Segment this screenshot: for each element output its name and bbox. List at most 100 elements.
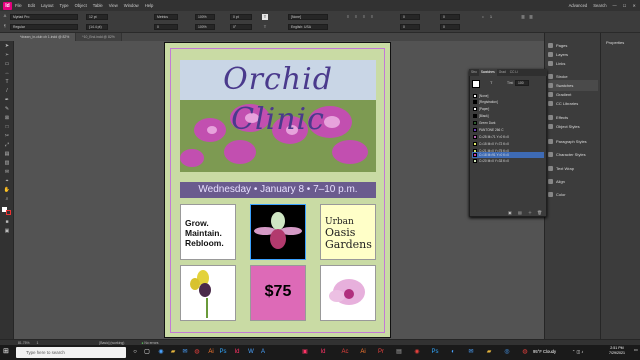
tab-gradient[interactable]: Grad xyxy=(497,69,508,76)
pinned-app-icon[interactable]: ◍ xyxy=(520,347,530,358)
mail-icon[interactable]: ✉ xyxy=(180,347,190,358)
pen-tool-icon[interactable]: ✒ xyxy=(3,97,11,104)
panel-links[interactable]: Links xyxy=(548,58,598,69)
grow-maintain-text[interactable]: Grow. Maintain. Rebloom. xyxy=(185,218,235,248)
new-color-group-icon[interactable]: ▣ xyxy=(508,210,512,215)
space-before-field[interactable]: 0 xyxy=(440,24,460,30)
pinned-app-icon[interactable]: Ps xyxy=(430,347,440,358)
type-tool-icon[interactable]: T xyxy=(3,79,11,86)
pink-orchid-frame[interactable] xyxy=(320,265,376,321)
bullets-icon[interactable]: • xyxy=(480,14,486,20)
panel-color[interactable]: Color xyxy=(548,189,598,200)
eyedropper-tool-icon[interactable]: ⌖ xyxy=(3,178,11,185)
lady-slipper-orchid-frame[interactable] xyxy=(250,204,306,260)
task-view-icon[interactable]: ▢ xyxy=(142,347,152,358)
scissors-tool-icon[interactable]: ✂ xyxy=(3,133,11,140)
indent-field[interactable]: 0 xyxy=(400,14,420,20)
pinned-app-icon[interactable]: ✉ xyxy=(466,347,476,358)
show-all-swatches-icon[interactable]: ▤ xyxy=(518,210,522,215)
pinned-app-icon[interactable]: ▰ xyxy=(484,347,494,358)
taskbar-search[interactable]: Type here to search xyxy=(16,347,126,358)
system-clock[interactable]: 2:51 PM 7/29/2021 xyxy=(600,346,634,356)
tab-document-1[interactable]: *drawn_in-club ch 1.indd @ 82% xyxy=(14,33,77,41)
kerning-field[interactable]: Metrics xyxy=(154,14,178,20)
zoom-tool-icon[interactable]: ⌕ xyxy=(3,196,11,203)
close-icon[interactable]: ✕ xyxy=(632,3,636,8)
paragraph-mode-icon[interactable]: ¶ xyxy=(2,23,8,29)
pencil-tool-icon[interactable]: ✎ xyxy=(3,106,11,113)
align-center-icon[interactable]: ≡ xyxy=(353,14,359,20)
page-tool-icon[interactable]: ▭ xyxy=(3,61,11,68)
word-icon[interactable]: W xyxy=(246,347,256,358)
character-mode-icon[interactable]: A xyxy=(2,13,8,19)
menu-table[interactable]: Table xyxy=(93,3,103,8)
tab-swatches[interactable]: Swatches xyxy=(478,69,497,76)
line-tool-icon[interactable]: / xyxy=(3,88,11,95)
align-right-icon[interactable]: ≡ xyxy=(361,14,367,20)
space-after-field[interactable]: 0 xyxy=(400,24,420,30)
screen-mode-icon[interactable]: ▣ xyxy=(3,228,11,235)
acrobat-icon[interactable]: A xyxy=(258,347,268,358)
stroke-swatch-icon[interactable] xyxy=(6,210,11,215)
pinned-app-icon[interactable]: ◎ xyxy=(502,347,512,358)
horizontal-scale-field[interactable]: 100% xyxy=(195,24,215,30)
rectangle-tool-icon[interactable]: □ xyxy=(3,124,11,131)
delete-swatch-icon[interactable]: 🗑 xyxy=(537,210,542,215)
panel-align[interactable]: Align xyxy=(548,176,598,187)
panel-text-wrap[interactable]: Text Wrap xyxy=(548,163,598,174)
illustrator-icon[interactable]: Ai xyxy=(206,347,216,358)
tab-document-2[interactable]: *10_End.indd @ 82% xyxy=(76,33,122,41)
baseline-shift-field[interactable]: 0 pt xyxy=(230,14,252,20)
properties-panel[interactable]: Properties xyxy=(600,33,640,339)
menu-layout[interactable]: Layout xyxy=(41,3,54,8)
pinned-app-icon[interactable]: Id xyxy=(318,347,328,358)
numbering-icon[interactable]: 1 xyxy=(488,14,494,20)
gradient-tool-icon[interactable]: ▤ xyxy=(3,151,11,158)
pinned-app-icon[interactable]: ◐ xyxy=(448,347,458,358)
file-explorer-icon[interactable]: ▰ xyxy=(168,347,178,358)
search-placeholder[interactable]: Search xyxy=(593,3,606,8)
menu-help[interactable]: Help xyxy=(145,3,154,8)
vertical-scale-field[interactable]: 100% xyxy=(195,14,215,20)
character-style-field[interactable]: [None] xyxy=(288,14,328,20)
panel-paragraph-styles[interactable]: Paragraph Styles xyxy=(548,136,598,147)
apply-color-icon[interactable]: ■ xyxy=(3,219,11,226)
panel-object-styles[interactable]: Object Styles xyxy=(548,121,598,132)
swatch-item[interactable]: [Black] xyxy=(472,113,544,119)
notifications-icon[interactable]: ▭ xyxy=(634,347,638,352)
font-style-field[interactable]: Regular xyxy=(10,24,78,30)
yellow-orchid-frame[interactable] xyxy=(180,265,236,321)
new-swatch-icon[interactable]: ＋ xyxy=(528,210,532,216)
text-stroke-icon[interactable]: T xyxy=(262,24,268,30)
swatch-item[interactable]: C=20 M=0 Y=33 K=0 xyxy=(472,158,544,164)
pinned-app-icon[interactable]: ▤ xyxy=(394,347,404,358)
fill-box-icon[interactable] xyxy=(472,80,480,88)
rectangle-frame-tool-icon[interactable]: ⊠ xyxy=(3,115,11,122)
justify-icon[interactable]: ≡ xyxy=(369,14,375,20)
date-text[interactable]: Wednesday • January 8 • 7–10 p.m. xyxy=(180,182,376,198)
menu-file[interactable]: File xyxy=(15,3,22,8)
panel-cc-libraries[interactable]: CC Libraries xyxy=(548,98,598,109)
note-tool-icon[interactable]: ✉ xyxy=(3,169,11,176)
swatch-item[interactable]: C=25 M=71 Y=0 K=0 xyxy=(472,134,544,140)
pinned-app-icon[interactable]: Ai xyxy=(358,347,368,358)
columns-icon[interactable]: ▥ xyxy=(520,14,526,20)
align-left-icon[interactable]: ≡ xyxy=(345,14,351,20)
minimize-icon[interactable]: — xyxy=(613,3,617,8)
columns-icon[interactable]: ▥ xyxy=(528,14,534,20)
language-field[interactable]: English: USA xyxy=(288,24,328,30)
hand-tool-icon[interactable]: ✋ xyxy=(3,187,11,194)
swatch-item[interactable]: PANTONE 266 C xyxy=(472,127,544,133)
indesign-taskbar-icon[interactable]: Id xyxy=(232,347,242,358)
tray-icons[interactable]: ⌃ ◫ ♪ xyxy=(572,349,583,354)
menu-object[interactable]: Object xyxy=(75,3,87,8)
tab-cc-libraries[interactable]: CC Li xyxy=(508,69,520,76)
tint-field[interactable]: 100 xyxy=(515,80,529,86)
maximize-icon[interactable]: ☐ xyxy=(623,3,627,8)
right-indent-field[interactable]: 0 xyxy=(440,14,460,20)
menu-view[interactable]: View xyxy=(109,3,118,8)
weather-widget[interactable]: 95°F Cloudy xyxy=(533,349,556,354)
pinned-app-icon[interactable]: ◉ xyxy=(412,347,422,358)
skew-field[interactable]: 0° xyxy=(230,24,252,30)
photoshop-icon[interactable]: Ps xyxy=(218,347,228,358)
